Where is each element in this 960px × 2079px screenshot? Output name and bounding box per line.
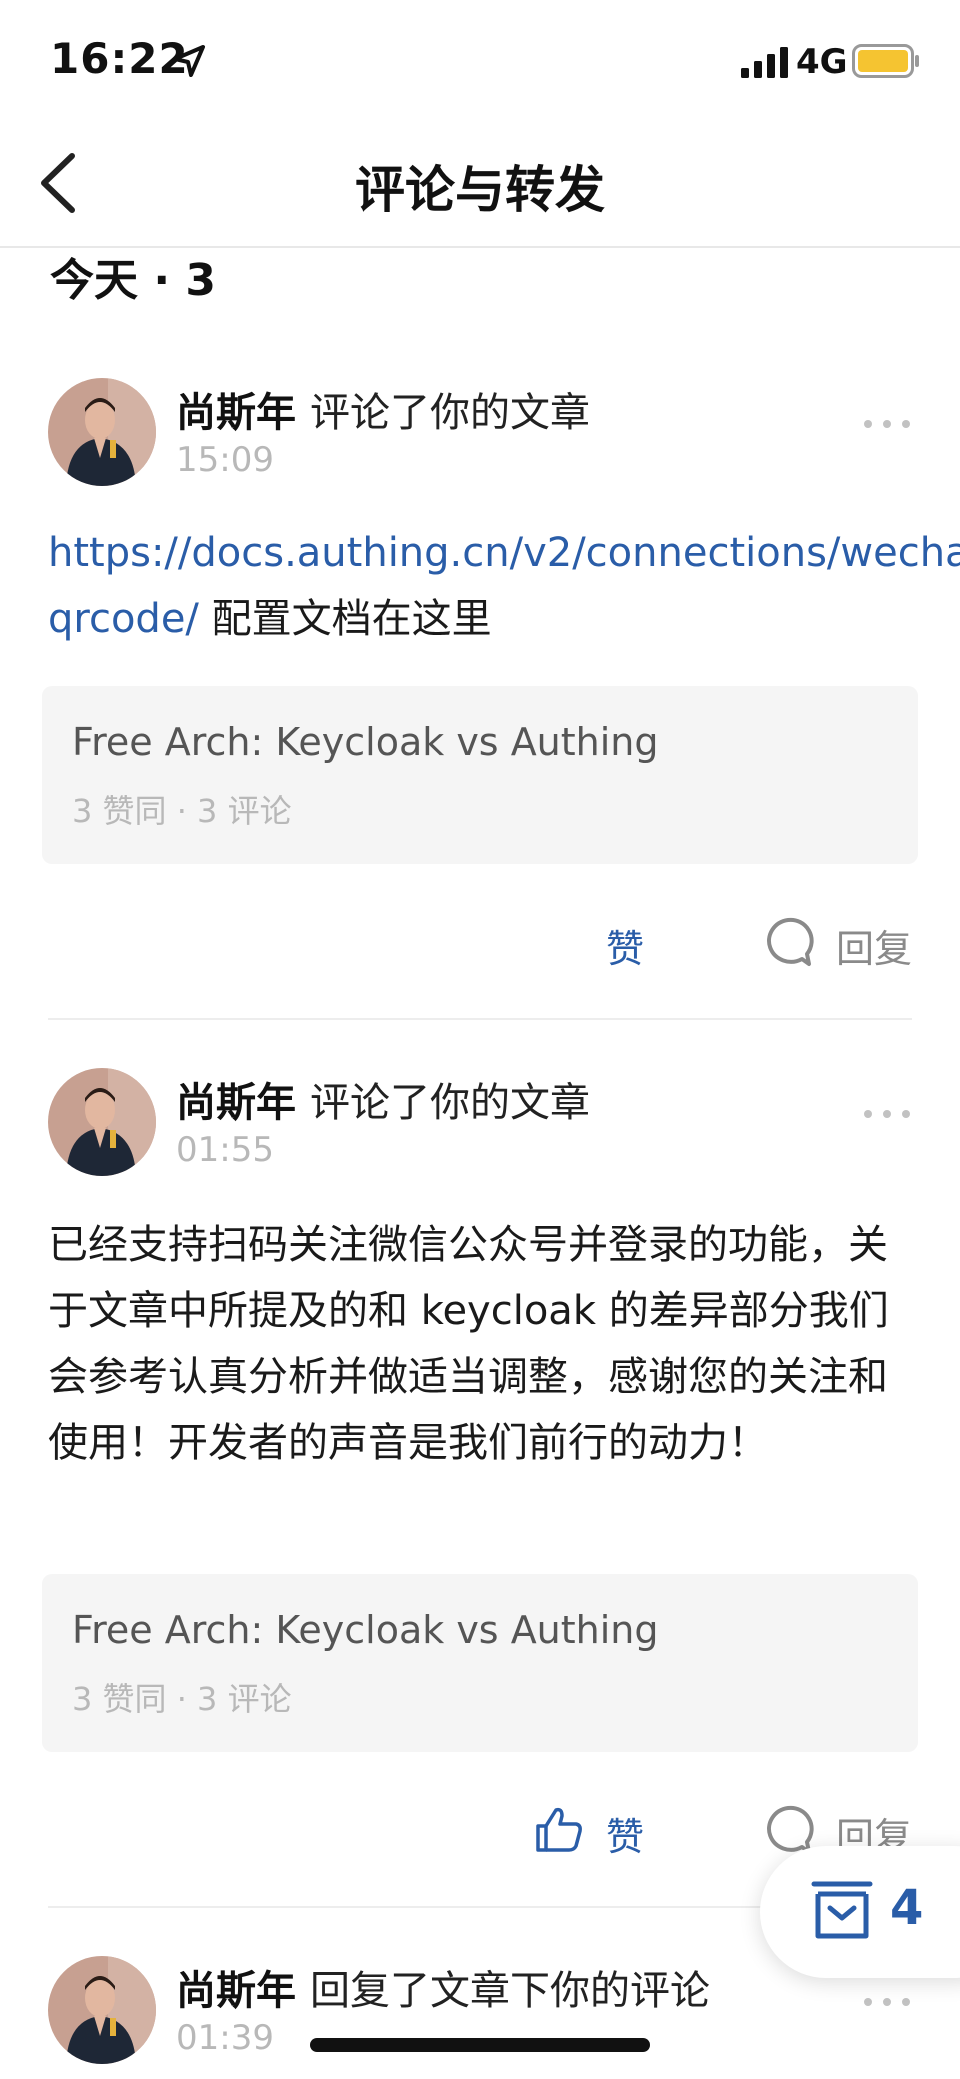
nav-bar: 评论与转发 <box>0 120 960 248</box>
action-text: 回复了文章下你的评论 <box>310 1968 710 2014</box>
comment-bubble-icon <box>767 917 814 966</box>
page-title: 评论与转发 <box>355 161 605 219</box>
article-title: Free Arch: Keycloak vs Authing <box>72 720 659 764</box>
article-title: Free Arch: Keycloak vs Authing <box>72 1608 659 1652</box>
action-row: 赞 回复 <box>0 912 960 972</box>
divider <box>48 1018 912 1020</box>
section-header-today: 今天 · 3 <box>50 255 216 306</box>
notification-header: 尚斯年 评论了你的文章 <box>176 1070 590 1128</box>
notification-time: 15:09 <box>176 440 274 480</box>
screen: 16:22 4G 评论与转发 今天 · 3 尚斯年 评论了你的文章 15:09 … <box>0 0 960 2079</box>
comment-text: https://docs.authing.cn/v2/connections/w… <box>48 520 960 652</box>
like-button[interactable]: 赞 <box>530 1800 660 1860</box>
action-text: 评论了你的文章 <box>310 390 590 436</box>
notification-time: 01:39 <box>176 2018 274 2058</box>
more-options-icon[interactable] <box>862 1992 912 2012</box>
action-text: 评论了你的文章 <box>310 1080 590 1126</box>
like-button[interactable]: 赞 <box>530 912 660 972</box>
battery-icon <box>852 44 919 78</box>
article-meta: 3 赞同 · 3 评论 <box>72 792 292 830</box>
notification-time: 01:55 <box>176 1130 274 1170</box>
floating-inbox-button[interactable]: 4 <box>760 1846 960 1978</box>
like-label: 赞 <box>606 927 645 971</box>
like-label: 赞 <box>606 1815 645 1859</box>
location-arrow-icon <box>173 45 205 77</box>
notification-header: 尚斯年 评论了你的文章 <box>176 380 590 438</box>
reply-button[interactable]: 回复 <box>760 912 920 972</box>
comment-text-suffix: 配置文档在这里 <box>198 596 492 642</box>
article-reference-card[interactable]: Free Arch: Keycloak vs Authing 3 赞同 · 3 … <box>42 1574 918 1752</box>
comment-text: 已经支持扫码关注微信公众号并登录的功能，关于文章中所提及的和 keycloak … <box>48 1222 889 1466</box>
inbox-icon <box>811 1881 873 1939</box>
network-label: 4G <box>796 42 848 82</box>
more-options-icon[interactable] <box>862 414 912 434</box>
avatar[interactable] <box>48 1956 156 2064</box>
thumbs-up-icon <box>536 1807 582 1852</box>
home-indicator <box>310 2038 650 2052</box>
comment-link[interactable]: https://docs.authing.cn/v2/connections/w… <box>48 530 960 642</box>
notification-header: 尚斯年 回复了文章下你的评论 <box>176 1958 710 2016</box>
user-name[interactable]: 尚斯年 <box>176 1080 296 1126</box>
status-time: 16:22 <box>50 34 189 83</box>
signal-icon <box>741 47 788 78</box>
reply-label: 回复 <box>836 927 913 971</box>
floating-count: 4 <box>890 1880 924 1936</box>
user-name[interactable]: 尚斯年 <box>176 1968 296 2014</box>
user-name[interactable]: 尚斯年 <box>176 390 296 436</box>
avatar[interactable] <box>48 378 156 486</box>
more-options-icon[interactable] <box>862 1104 912 1124</box>
avatar[interactable] <box>48 1068 156 1176</box>
article-reference-card[interactable]: Free Arch: Keycloak vs Authing 3 赞同 · 3 … <box>42 686 918 864</box>
article-meta: 3 赞同 · 3 评论 <box>72 1680 292 1718</box>
status-bar: 16:22 4G <box>0 0 960 120</box>
